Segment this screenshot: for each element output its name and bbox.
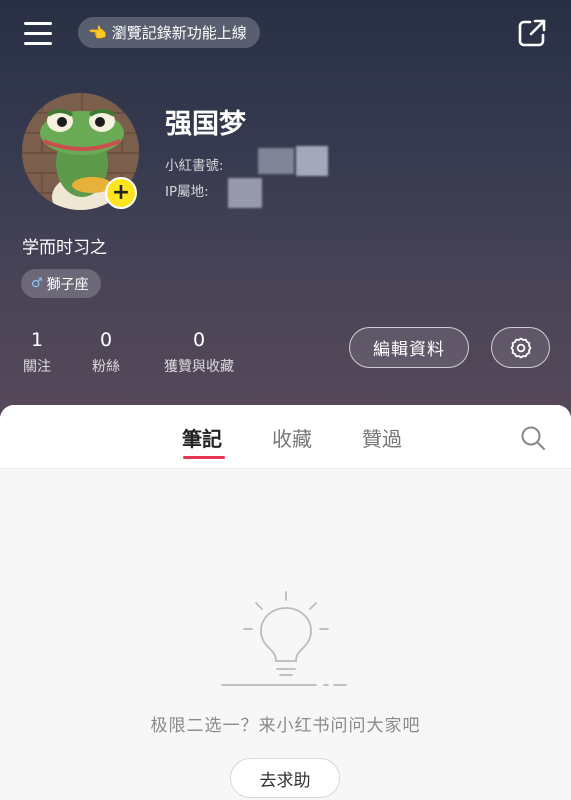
content-panel: 筆記 收藏 贊過 极限二选一？来小红书问问大家吧 去求助 xyxy=(0,405,571,800)
stat-label: 關注 xyxy=(23,359,51,375)
stat-following[interactable]: 1 關注 xyxy=(22,329,52,376)
stat-likes-collections[interactable]: 0 獲贊與收藏 xyxy=(158,329,240,376)
history-notice-pill[interactable]: 👈 瀏覽記錄新功能上線 xyxy=(78,17,260,48)
empty-state-message: 极限二选一？来小红书问问大家吧 xyxy=(150,716,421,736)
stat-followers[interactable]: 0 粉絲 xyxy=(90,329,122,376)
redacted-ip-block xyxy=(228,178,262,208)
edit-profile-button[interactable]: 編輯資料 xyxy=(349,327,469,368)
xhs-id-label: 小紅書號: xyxy=(165,158,224,174)
stat-label: 獲贊與收藏 xyxy=(164,359,234,375)
male-icon: ♂ xyxy=(31,276,43,291)
gear-icon xyxy=(510,337,531,358)
ask-help-button[interactable]: 去求助 xyxy=(230,758,340,798)
history-notice-text: 瀏覽記錄新功能上線 xyxy=(111,24,247,42)
tab-notes[interactable]: 筆記 xyxy=(182,423,222,452)
bio: 学而时习之 xyxy=(22,238,107,258)
ip-location-label: IP屬地: xyxy=(165,184,209,200)
redacted-id-block xyxy=(258,148,294,174)
profile-header: 👈 瀏覽記錄新功能上線 + 强国梦 小紅書號: IP屬地: 学而时习之 ♂ 獅子… xyxy=(0,0,571,420)
stat-value: 0 xyxy=(99,329,113,351)
zodiac-tag[interactable]: ♂ 獅子座 xyxy=(21,269,101,298)
zodiac-label: 獅子座 xyxy=(46,276,89,293)
tab-collections[interactable]: 收藏 xyxy=(272,423,312,452)
tab-bar: 筆記 收藏 贊過 xyxy=(0,405,571,469)
search-icon[interactable] xyxy=(520,425,546,451)
menu-icon[interactable] xyxy=(24,22,52,46)
add-avatar-button[interactable]: + xyxy=(105,177,137,209)
share-icon[interactable] xyxy=(517,18,547,48)
active-tab-indicator xyxy=(183,456,225,459)
stat-label: 粉絲 xyxy=(92,359,120,375)
settings-button[interactable] xyxy=(491,327,550,368)
tab-liked[interactable]: 贊過 xyxy=(362,423,402,452)
lightbulb-icon xyxy=(216,585,356,695)
nickname: 强国梦 xyxy=(165,109,246,140)
pointing-hand-icon: 👈 xyxy=(88,23,107,42)
stat-value: 0 xyxy=(192,329,206,351)
stat-value: 1 xyxy=(30,329,44,351)
redacted-id-block xyxy=(296,146,328,176)
